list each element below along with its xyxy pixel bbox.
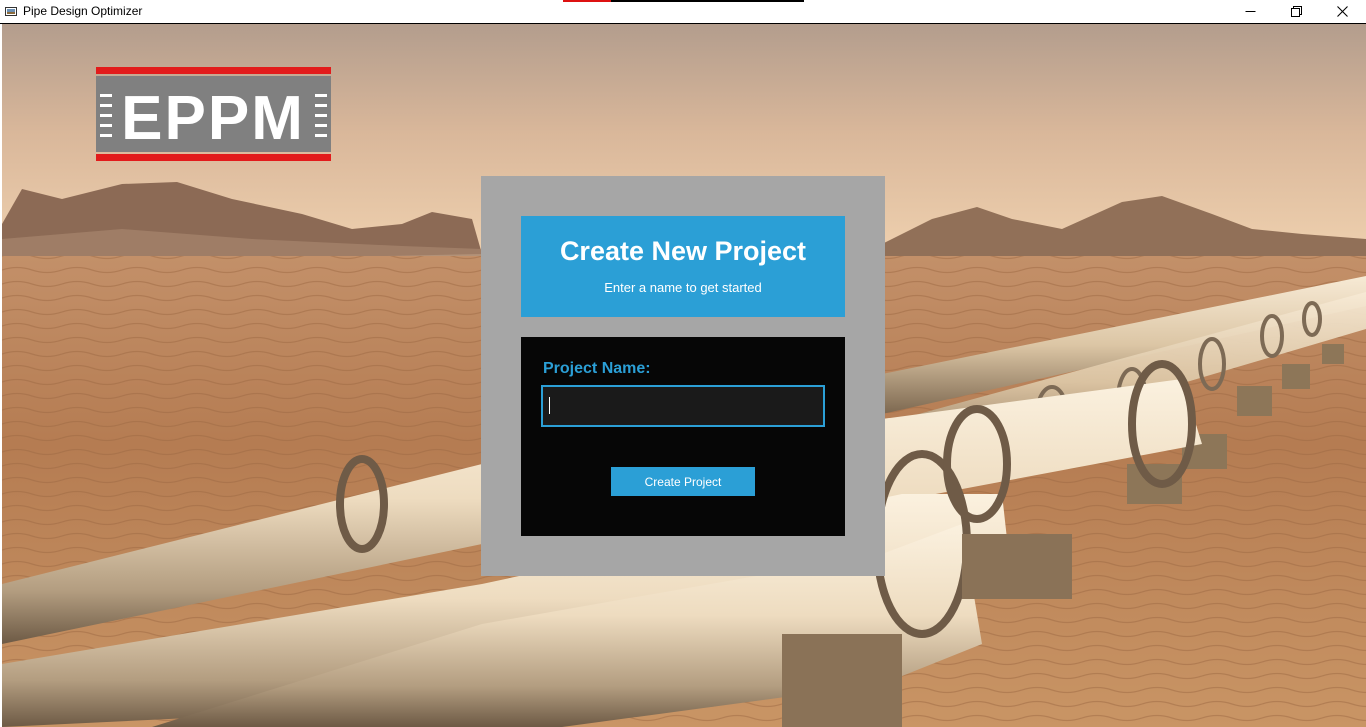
restore-button[interactable] <box>1273 0 1319 23</box>
create-project-button[interactable]: Create Project <box>611 467 755 496</box>
eppm-logo: EPPM <box>96 67 331 161</box>
close-button[interactable] <box>1319 0 1365 23</box>
minimize-button[interactable] <box>1227 0 1273 23</box>
create-project-panel: Create New Project Enter a name to get s… <box>481 176 885 576</box>
close-icon <box>1336 6 1348 17</box>
dialog-title: Create New Project <box>559 236 807 266</box>
window-title: Pip­e Design Optimizer <box>23 4 143 18</box>
app-window: Pip­e Design Optimizer <box>0 0 1366 727</box>
project-name-input[interactable] <box>541 385 825 427</box>
text-caret <box>549 397 550 414</box>
title-accent-red <box>563 0 611 2</box>
dialog-header: Create New Project Enter a name to get s… <box>521 216 845 317</box>
minimize-icon <box>1245 11 1255 12</box>
svg-text:EPPM: EPPM <box>121 84 305 153</box>
app-icon <box>5 7 17 16</box>
title-accent-strip <box>563 0 804 2</box>
dialog-subtitle: Enter a name to get started <box>604 280 762 295</box>
project-name-label: Project Name: <box>543 360 651 377</box>
restore-icon <box>1290 6 1302 17</box>
project-form: Project Name: Create Project <box>521 337 845 536</box>
title-bar[interactable]: Pip­e Design Optimizer <box>0 0 1366 24</box>
